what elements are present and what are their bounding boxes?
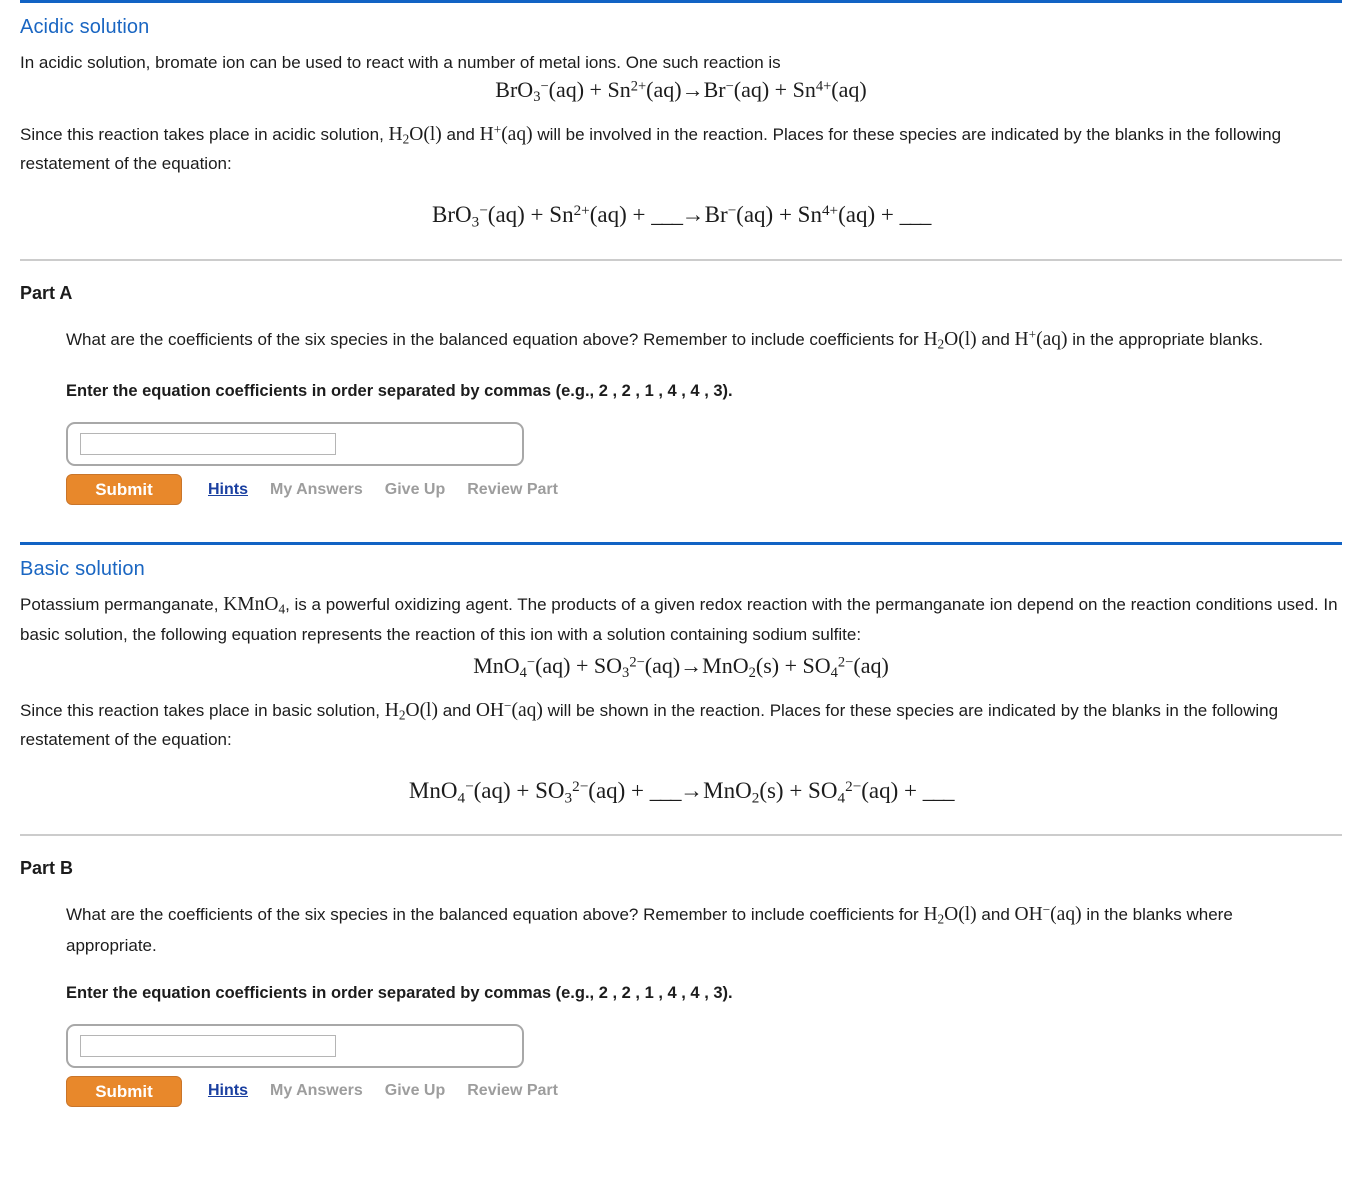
basic-restated-equation: MnO4−(aq) + SO32−(aq) + ___→MnO2(s) + SO… — [408, 777, 955, 807]
divider-above-part-b — [20, 834, 1342, 837]
part-a-question-text-2: in the appropriate blanks. — [1072, 329, 1264, 349]
basic-species-hydroxide: OH−(aq) — [475, 697, 543, 721]
part-b-submit-button[interactable]: Submit — [66, 1075, 182, 1107]
acidic-intro-paragraph: In acidic solution, bromate ion can be u… — [20, 50, 1342, 75]
part-b-instruction-suffix: ). — [722, 983, 733, 1002]
part-b-species-water: H2O(l) — [923, 904, 977, 927]
basic-since-and: and — [442, 700, 472, 720]
part-a-title: Part A — [20, 282, 73, 303]
basic-since-text-1: Since this reaction takes place in basic… — [20, 700, 381, 720]
blank-reactant-basic: ___ — [649, 777, 682, 803]
part-b-give-up-link[interactable]: Give Up — [385, 1082, 445, 1100]
problem-page: Acidic solution In acidic solution, brom… — [0, 0, 1362, 1186]
acidic-equation: BrO3−(aq) + Sn2+(aq)→Br−(aq) + Sn4+(aq) — [495, 77, 867, 106]
part-b-answer-input[interactable] — [80, 1034, 336, 1057]
section-rule-basic — [20, 542, 1342, 546]
basic-equation: MnO4−(aq) + SO32−(aq)→MnO2(s) + SO42−(aq… — [473, 652, 889, 681]
basic-intro-text-1: Potassium permanganate, — [20, 595, 219, 615]
basic-intro-paragraph: Potassium permanganate, KMnO4, is a powe… — [20, 592, 1342, 646]
part-b-hints-link[interactable]: Hints — [208, 1082, 248, 1100]
part-b-question-text-1: What are the coefficients of the six spe… — [66, 905, 919, 925]
part-b-actions: Submit Hints My Answers Give Up Review P… — [66, 1075, 1302, 1107]
blank-product-acidic: ___ — [899, 202, 932, 228]
part-a-review-part-link[interactable]: Review Part — [467, 481, 558, 499]
part-a-species-proton: H+(aq) — [1014, 326, 1068, 350]
part-a-instruction-example: 2 , 2 , 1 , 4 , 4 , 3 — [598, 382, 723, 401]
basic-formula-kmno4: KMnO4 — [223, 594, 286, 617]
part-a-answer-input[interactable] — [80, 433, 336, 456]
part-a-give-up-link[interactable]: Give Up — [385, 481, 445, 499]
part-a-instruction: Enter the equation coefficients in order… — [66, 382, 1302, 401]
part-a-species-water: H2O(l) — [923, 328, 977, 352]
basic-species-water: H2O(l) — [384, 699, 438, 722]
part-a-actions: Submit Hints My Answers Give Up Review P… — [66, 474, 1302, 506]
part-a-hints-link[interactable]: Hints — [208, 481, 248, 499]
part-a-answer-box[interactable] — [66, 422, 524, 467]
part-a-instruction-prefix: Enter the equation coefficients in order… — [66, 382, 599, 401]
part-b-title: Part B — [20, 858, 74, 879]
part-b-question-and: and — [981, 905, 1010, 925]
part-a-submit-button[interactable]: Submit — [66, 474, 182, 506]
part-b-instruction: Enter the equation coefficients in order… — [66, 984, 1302, 1003]
part-a-question-and: and — [981, 329, 1010, 349]
section-heading-acidic: Acidic solution — [20, 16, 150, 38]
part-a-body: What are the coefficients of the six spe… — [66, 322, 1302, 506]
blank-product-basic: ___ — [922, 777, 955, 803]
part-b-question: What are the coefficients of the six spe… — [66, 897, 1302, 958]
acidic-restated-equation: BrO3−(aq) + Sn2+(aq) + ___→Br−(aq) + Sn4… — [432, 202, 932, 231]
acidic-since-paragraph: Since this reaction takes place in acidi… — [20, 117, 1342, 176]
part-b-instruction-prefix: Enter the equation coefficients in order… — [66, 983, 599, 1002]
basic-since-paragraph: Since this reaction takes place in basic… — [20, 693, 1342, 752]
acidic-species-water: H2O(l) — [388, 124, 442, 147]
section-heading-basic: Basic solution — [20, 558, 145, 581]
part-b-answer-box[interactable] — [66, 1023, 524, 1068]
part-a-instruction-suffix: ). — [722, 382, 733, 401]
part-b-species-hydroxide: OH−(aq) — [1014, 902, 1082, 926]
part-a-question: What are the coefficients of the six spe… — [66, 322, 1302, 357]
part-b-body: What are the coefficients of the six spe… — [66, 897, 1302, 1107]
part-b-review-part-link[interactable]: Review Part — [467, 1082, 558, 1100]
acidic-species-proton: H+(aq) — [479, 122, 533, 146]
blank-reactant-acidic: ___ — [651, 202, 683, 228]
section-rule-acidic — [20, 0, 1342, 3]
acidic-since-and: and — [446, 125, 475, 145]
basic-intro-text-2: , is a powerful oxidizing agent. The pro… — [20, 595, 1338, 644]
part-b-my-answers-link[interactable]: My Answers — [270, 1082, 363, 1100]
divider-above-part-a — [20, 258, 1342, 261]
part-a-my-answers-link[interactable]: My Answers — [270, 481, 363, 499]
acidic-since-text-1: Since this reaction takes place in acidi… — [20, 125, 384, 145]
part-a-question-text-1: What are the coefficients of the six spe… — [66, 329, 919, 349]
part-b-instruction-example: 2 , 2 , 1 , 4 , 4 , 3 — [598, 983, 723, 1002]
acidic-intro-text: In acidic solution, bromate ion can be u… — [20, 53, 781, 72]
